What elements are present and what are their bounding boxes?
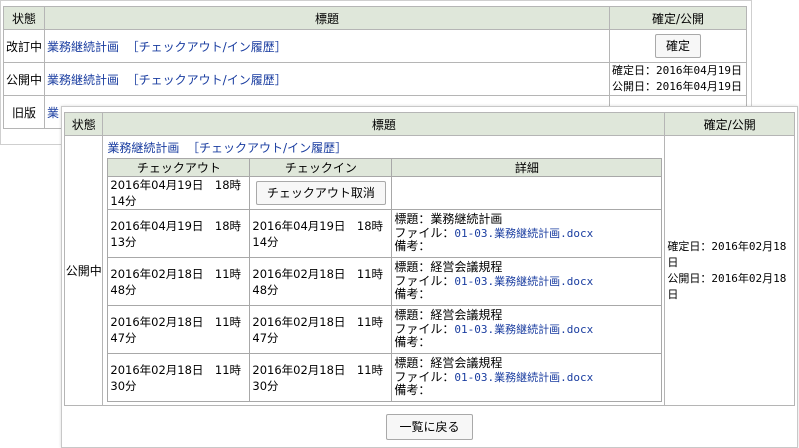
confirm-cell: 確定 <box>609 29 747 63</box>
status-cell: 公開中 <box>3 62 45 96</box>
detail-file: ファイル：01-03.業務継続計画.docx <box>394 225 659 241</box>
detail-note: 備考： <box>394 383 431 398</box>
checkout-time: 2016年04月19日 18時13分 <box>107 209 251 258</box>
history-row: 2016年04月19日 18時13分 2016年04月19日 18時14分 標題… <box>107 209 663 258</box>
document-title-link[interactable]: 業務継続計画 <box>107 141 179 155</box>
detail-title: 標題：業務継続計画 <box>394 212 503 227</box>
file-link[interactable]: 01-03.業務継続計画.docx <box>454 227 593 240</box>
detail-note: 備考： <box>394 335 431 350</box>
file-label: ファイル： <box>394 369 455 384</box>
history-row: 2016年02月18日 11時30分 2016年02月18日 11時30分 標題… <box>107 353 663 402</box>
detail-title: 標題：経営会議規程 <box>394 308 503 323</box>
detail-title: 標題：経営会議規程 <box>394 260 503 275</box>
detail-cell <box>391 176 663 210</box>
detail-note: 備考： <box>394 239 431 254</box>
detail-cell: 標題：業務継続計画 ファイル：01-03.業務継続計画.docx 備考： <box>391 209 663 258</box>
checkin-time: 2016年02月18日 11時48分 <box>249 257 393 306</box>
status-cell: 公開中 <box>63 135 104 406</box>
history-row: 2016年04月19日 18時14分 チェックアウト取消 <box>107 176 663 210</box>
detail-note: 備考： <box>394 287 431 302</box>
detail-file: ファイル：01-03.業務継続計画.docx <box>394 321 659 337</box>
detail-file: ファイル：01-03.業務継続計画.docx <box>394 273 659 289</box>
footer: 一覧に戻る <box>62 414 797 440</box>
confirm-button[interactable]: 確定 <box>654 34 701 58</box>
status-cell: 改訂中 <box>3 29 45 63</box>
title-cell: 業務継続計画 ［チェックアウト/イン履歴］ チェックアウト チェックイン 詳細 … <box>102 135 666 406</box>
column-header-title: 標題 <box>44 6 610 30</box>
table-header-row: 状態 標題 確定/公開 <box>63 112 795 136</box>
confirm-cell: 確定日：2016年04月19日 公開日：2016年04月19日 <box>609 62 747 96</box>
history-link[interactable]: ［チェックアウト/イン履歴］ <box>187 141 347 155</box>
checkout-time: 2016年02月18日 11時47分 <box>107 305 251 354</box>
confirm-date: 確定日：2016年02月18日 <box>667 239 787 269</box>
file-link[interactable]: 01-03.業務継続計画.docx <box>454 323 593 336</box>
status-cell: 旧版 <box>3 95 45 129</box>
confirm-date: 確定日：2016年04月19日 <box>612 64 742 77</box>
history-row: 2016年02月18日 11時47分 2016年02月18日 11時47分 標題… <box>107 305 663 354</box>
detail-file: ファイル：01-03.業務継続計画.docx <box>394 369 659 385</box>
publish-date: 公開日：2016年02月18日 <box>667 271 787 301</box>
table-row: 改訂中 業務継続計画 ［チェックアウト/イン履歴］ 確定 <box>3 29 747 63</box>
title-cell: 業務継続計画 ［チェックアウト/イン履歴］ <box>44 62 610 96</box>
history-header-row: チェックアウト チェックイン 詳細 <box>107 158 663 177</box>
column-header-confirm: 確定/公開 <box>664 112 795 136</box>
file-link[interactable]: 01-03.業務継続計画.docx <box>454 275 593 288</box>
table-row: 公開中 業務継続計画 ［チェックアウト/イン履歴］ チェックアウト チェックイン… <box>63 135 795 406</box>
file-label: ファイル： <box>394 321 455 336</box>
document-title-link[interactable]: 業 <box>47 106 59 120</box>
cancel-checkout-button[interactable]: チェックアウト取消 <box>255 181 386 205</box>
checkout-time: 2016年02月18日 11時30分 <box>107 353 251 402</box>
history-link[interactable]: ［チェックアウト/イン履歴］ <box>127 73 287 87</box>
table-header-row: 状態 標題 確定/公開 <box>3 6 747 30</box>
file-link[interactable]: 01-03.業務継続計画.docx <box>454 371 593 384</box>
column-header-confirm: 確定/公開 <box>609 6 747 30</box>
checkout-time: 2016年04月19日 18時14分 <box>107 176 251 210</box>
column-header-detail: 詳細 <box>391 158 663 177</box>
history-link[interactable]: ［チェックアウト/イン履歴］ <box>127 40 287 54</box>
checkout-history-table: チェックアウト チェックイン 詳細 2016年04月19日 18時14分 チェッ… <box>107 158 663 402</box>
title-cell: 業務継続計画 ［チェックアウト/イン履歴］ <box>44 29 610 63</box>
table-row: 公開中 業務継続計画 ［チェックアウト/イン履歴］ 確定日：2016年04月19… <box>3 62 747 96</box>
document-title-link[interactable]: 業務継続計画 <box>47 40 119 54</box>
checkin-time: 2016年02月18日 11時30分 <box>249 353 393 402</box>
file-label: ファイル： <box>394 225 455 240</box>
history-popup-window: 状態 標題 確定/公開 公開中 業務継続計画 ［チェックアウト/イン履歴］ チェ… <box>61 106 798 448</box>
column-header-status: 状態 <box>3 6 45 30</box>
detail-cell: 標題：経営会議規程 ファイル：01-03.業務継続計画.docx 備考： <box>391 305 663 354</box>
column-header-status: 状態 <box>63 112 104 136</box>
checkin-time: 2016年04月19日 18時14分 <box>249 209 393 258</box>
back-to-list-button[interactable]: 一覧に戻る <box>386 414 473 440</box>
file-label: ファイル： <box>394 273 455 288</box>
detail-cell: 標題：経営会議規程 ファイル：01-03.業務継続計画.docx 備考： <box>391 353 663 402</box>
column-header-checkout: チェックアウト <box>107 158 251 177</box>
checkout-time: 2016年02月18日 11時48分 <box>107 257 251 306</box>
detail-title: 標題：経営会議規程 <box>394 356 503 371</box>
detail-cell: 標題：経営会議規程 ファイル：01-03.業務継続計画.docx 備考： <box>391 257 663 306</box>
publish-date: 公開日：2016年04月19日 <box>612 80 742 93</box>
column-header-checkin: チェックイン <box>249 158 393 177</box>
history-row: 2016年02月18日 11時48分 2016年02月18日 11時48分 標題… <box>107 257 663 306</box>
document-title-link[interactable]: 業務継続計画 <box>47 73 119 87</box>
column-header-title: 標題 <box>102 112 666 136</box>
history-document-table: 状態 標題 確定/公開 公開中 業務継続計画 ［チェックアウト/イン履歴］ チェ… <box>63 112 795 406</box>
checkin-time: 2016年02月18日 11時47分 <box>249 305 393 354</box>
checkin-cell: チェックアウト取消 <box>249 176 393 210</box>
confirm-cell: 確定日：2016年02月18日 公開日：2016年02月18日 <box>664 135 795 406</box>
